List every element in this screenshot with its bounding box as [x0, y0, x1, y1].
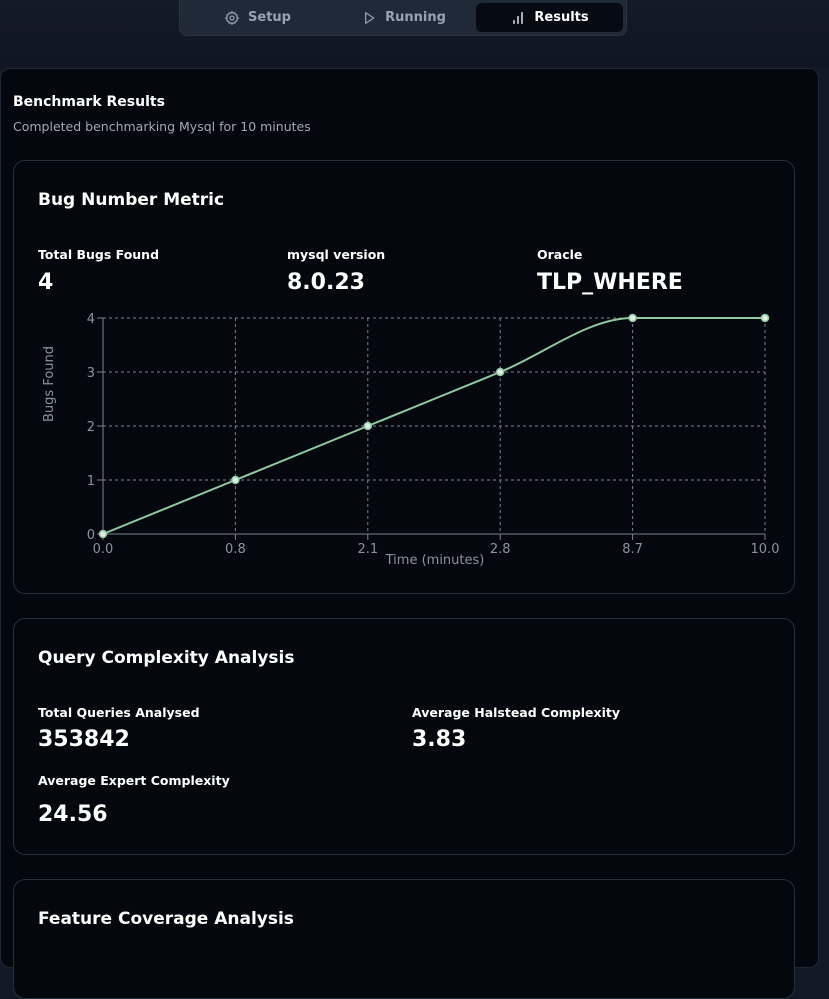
page-title: Benchmark Results — [13, 94, 165, 110]
top-bar: Setup Running Results — [0, 0, 829, 68]
total-queries-value: 353842 — [38, 727, 130, 752]
data-point — [363, 421, 373, 431]
y-axis-title: Bugs Found — [42, 346, 57, 422]
bug-metric-card: Bug Number Metric Total Bugs Found 4 mys… — [13, 160, 795, 594]
y-tick-label: 2 — [87, 420, 95, 435]
data-point — [231, 475, 240, 485]
y-tick-label: 1 — [87, 474, 95, 489]
x-tick-label: 0.0 — [93, 542, 114, 557]
halstead-value: 3.83 — [412, 727, 467, 752]
data-point — [98, 529, 108, 539]
tab-results-label: Results — [534, 10, 589, 25]
x-axis-title: Time (minutes) — [385, 553, 485, 568]
tab-setup-label: Setup — [248, 10, 291, 25]
tab-running-label: Running — [385, 10, 446, 25]
y-tick-label: 0 — [87, 528, 95, 543]
feature-coverage-card: Feature Coverage Analysis — [13, 879, 795, 999]
y-tick-label: 3 — [87, 366, 95, 381]
expert-complexity-label: Average Expert Complexity — [38, 773, 230, 788]
x-tick-label: 0.8 — [225, 542, 246, 557]
total-queries-label: Total Queries Analysed — [38, 705, 200, 720]
complexity-card-title: Query Complexity Analysis — [38, 648, 295, 668]
bar-chart-icon — [513, 11, 524, 24]
gear-icon — [225, 10, 239, 25]
data-point — [495, 367, 505, 377]
halstead-label: Average Halstead Complexity — [412, 705, 621, 720]
tab-results[interactable]: Results — [476, 3, 623, 32]
x-tick-label: 8.7 — [622, 542, 643, 557]
tab-setup[interactable]: Setup — [184, 3, 331, 32]
x-tick-label: 2.1 — [357, 542, 378, 557]
coverage-card-title: Feature Coverage Analysis — [38, 909, 294, 929]
results-panel: Benchmark Results Completed benchmarking… — [0, 68, 819, 999]
y-tick-label: 4 — [87, 312, 95, 327]
query-complexity-card: Query Complexity Analysis Total Queries … — [13, 618, 795, 855]
x-tick-label: 10.0 — [751, 542, 780, 557]
data-point — [760, 313, 770, 323]
play-icon — [365, 11, 375, 24]
step-tabs: Setup Running Results — [179, 0, 627, 36]
page-subtitle: Completed benchmarking Mysql for 10 minu… — [13, 119, 311, 134]
x-tick-label: 2.8 — [490, 542, 511, 557]
data-point — [628, 313, 637, 323]
bugs-over-time-chart: 012340.0 0.8 2.1 2.8 8.7 10.0 Time (minutes) … — [42, 312, 780, 568]
tab-running[interactable]: Running — [330, 3, 477, 32]
expert-complexity-value: 24.56 — [38, 802, 108, 827]
